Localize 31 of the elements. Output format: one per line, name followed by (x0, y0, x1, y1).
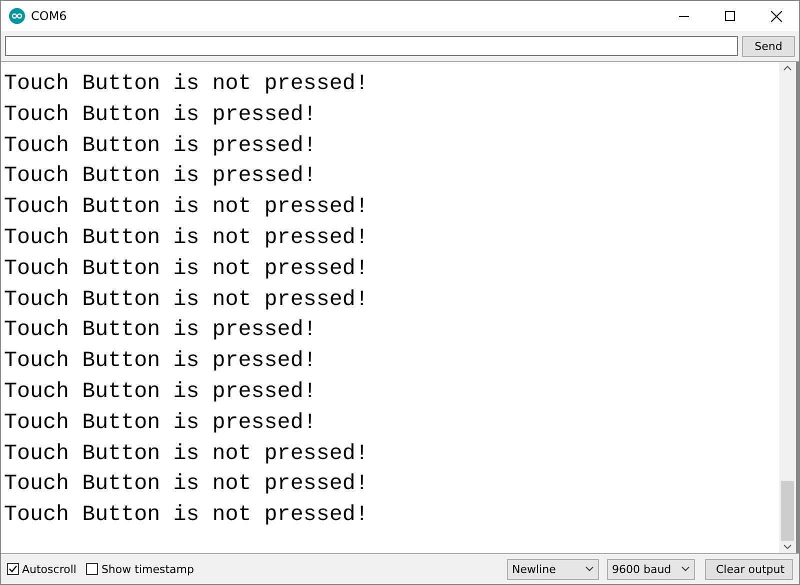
window-title: COM6 (31, 9, 68, 23)
output-line: Touch Button is not pressed! (4, 470, 370, 498)
output-line: Touch Button is pressed! (4, 100, 318, 129)
output-line: Touch Button is not pressed! (4, 224, 370, 252)
clear-output-button[interactable]: Clear output (705, 558, 793, 580)
output-line: Touch Button is not pressed! (4, 193, 370, 222)
scrollbar[interactable] (779, 62, 799, 553)
output-line: Touch Button is pressed! (4, 316, 318, 344)
output-line: Touch Button is pressed! (4, 408, 318, 437)
input-field[interactable] (5, 36, 738, 56)
output-line: Touch Button is not pressed! (4, 70, 370, 98)
scroll-thumb[interactable] (781, 481, 794, 541)
output-line: Touch Button is not pressed! (4, 501, 370, 530)
caret-icon (681, 566, 690, 572)
app-logo-icon (9, 8, 25, 24)
caret-icon (585, 566, 594, 572)
baud-rate-dropdown[interactable]: 9600 baud (607, 558, 695, 580)
line-ending-dropdown[interactable]: Newline (507, 558, 599, 580)
output-line: Touch Button is pressed! (4, 162, 318, 190)
maximize-icon[interactable] (725, 11, 735, 21)
output-line: Touch Button is not pressed! (4, 286, 370, 314)
close-icon[interactable] (770, 10, 782, 22)
output-line: Touch Button is pressed! (4, 378, 318, 406)
checkbox[interactable]: Show timestamp (86, 562, 194, 576)
output-line: Touch Button is pressed! (4, 132, 318, 160)
checkbox[interactable]: Autoscroll (7, 562, 76, 576)
output-line: Touch Button is not pressed! (4, 440, 370, 468)
checkmark-icon (8, 564, 18, 574)
send-button[interactable]: Send (742, 36, 795, 56)
output-line: Touch Button is pressed! (4, 347, 318, 376)
output-line: Touch Button is not pressed! (4, 254, 370, 283)
